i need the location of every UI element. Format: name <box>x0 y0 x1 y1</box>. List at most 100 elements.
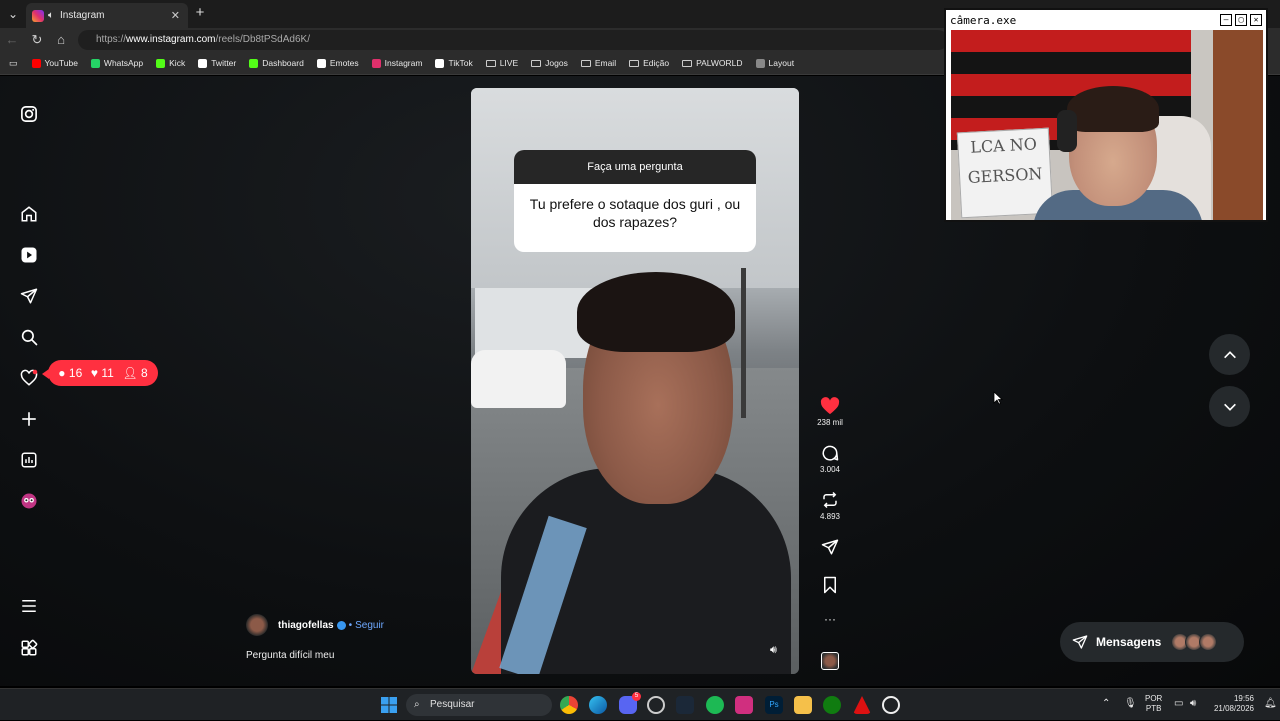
more-apps-icon[interactable] <box>18 637 40 659</box>
reload-icon[interactable]: ↻ <box>29 32 45 48</box>
comment-count-label: 3.004 <box>819 465 841 474</box>
photoshop-icon[interactable]: Ps <box>765 696 783 714</box>
bookmark-email[interactable]: Email <box>580 58 616 68</box>
create-plus-icon[interactable] <box>18 408 40 430</box>
bookmark-layout[interactable]: Layout <box>755 58 794 68</box>
video-pole <box>741 268 746 418</box>
bookmark-label: WhatsApp <box>103 58 144 68</box>
app-red-icon[interactable] <box>853 696 871 714</box>
clock[interactable]: 19:56 21/08/2026 <box>1208 694 1254 714</box>
reel-video[interactable]: Faça uma pergunta Tu prefere o sotaque d… <box>471 88 799 674</box>
more-options-button[interactable]: ··· <box>812 612 848 626</box>
bookmark-jogos[interactable]: Jogos <box>531 58 568 68</box>
tray-overflow-chevron-icon[interactable]: ⌃ <box>1102 698 1110 709</box>
like-button[interactable]: 238 mil <box>812 396 848 427</box>
video-person-hair <box>577 272 735 352</box>
windows-start-icon[interactable] <box>381 697 397 713</box>
volume-icon[interactable]: 🔊︎ <box>770 644 777 657</box>
audio-thumbnail[interactable] <box>812 652 848 670</box>
instagram-logo-icon[interactable] <box>18 103 40 125</box>
repost-button[interactable]: 4.893 <box>812 490 848 521</box>
home-icon[interactable]: ⌂ <box>53 32 69 48</box>
notifications-bell-icon[interactable]: 🔔︎ <box>1264 698 1277 709</box>
bookmark-palworld[interactable]: PALWORLD <box>682 58 743 68</box>
volume-icon[interactable]: 🔊︎ <box>1190 698 1196 709</box>
bookmark-label: Emotes <box>329 58 359 68</box>
speaker-icon[interactable]: 🔈︎ <box>48 10 54 21</box>
reels-icon[interactable] <box>18 244 40 266</box>
sign-line-2: GERSON <box>967 164 1043 187</box>
taskbar-search[interactable]: ⌕ Pesquisar <box>406 694 552 716</box>
next-reel-button[interactable] <box>1209 386 1250 427</box>
maximize-icon[interactable]: ▢ <box>1235 14 1247 26</box>
folder-icon <box>531 59 542 67</box>
direct-send-icon[interactable] <box>18 285 40 307</box>
author-avatar[interactable] <box>246 614 268 636</box>
like-count-label: 238 mil <box>817 418 843 427</box>
steam-icon[interactable] <box>676 696 694 714</box>
new-tab-button[interactable]: + <box>192 5 208 21</box>
follow-button[interactable]: Seguir <box>355 620 384 631</box>
previous-reel-button[interactable] <box>1209 334 1250 375</box>
dashboard-icon[interactable] <box>18 449 40 471</box>
file-explorer-icon[interactable] <box>794 696 812 714</box>
sidebar-toggle-icon[interactable]: ▭ <box>9 58 18 69</box>
instagram-favicon-icon <box>32 9 44 22</box>
discord-icon[interactable]: 5 <box>619 692 641 714</box>
xbox-icon[interactable] <box>823 696 841 714</box>
windows-taskbar: ⌕ Pesquisar 5 Ps ⌃ 🎙︎ POR PTB ▭ 🔊︎ 19:56… <box>0 688 1280 720</box>
chrome-icon[interactable] <box>560 696 578 714</box>
messages-button[interactable]: Mensagens <box>1060 622 1244 662</box>
bookmark-list: YouTube WhatsApp Kick Twitter Dashboard Emote… <box>31 58 808 68</box>
bookmark-dashboard[interactable]: Dashboard <box>249 58 304 68</box>
clock-date: 21/08/2026 <box>1213 704 1254 713</box>
more-options-icon: ··· <box>824 612 836 626</box>
kick-icon <box>156 58 166 68</box>
notifications-heart-icon[interactable] <box>18 367 40 389</box>
bookmark-label: Jogos <box>545 58 568 68</box>
search-icon[interactable] <box>18 326 40 348</box>
camera-window[interactable]: câmera.exe – ▢ ✕ LCA NO GERSON <box>944 8 1268 222</box>
notification-popup[interactable]: ● 16 ♥ 11 👤︎ 8 <box>42 360 158 386</box>
save-button[interactable] <box>812 575 848 597</box>
minimize-icon[interactable]: – <box>1220 14 1232 26</box>
clock-time: 19:56 <box>1233 694 1254 703</box>
profile-avatar-icon[interactable] <box>18 490 40 512</box>
bookmark-kick[interactable]: Kick <box>156 58 185 68</box>
bookmark-youtube[interactable]: YouTube <box>31 58 78 68</box>
menu-hamburger-icon[interactable] <box>18 595 40 617</box>
obs-icon[interactable] <box>647 696 665 714</box>
spotify-icon[interactable] <box>706 696 724 714</box>
share-button[interactable] <box>812 537 848 559</box>
handwritten-sign: LCA NO GERSON <box>956 127 1054 219</box>
author-name[interactable]: thiagofellas <box>278 620 334 631</box>
language-indicator[interactable]: POR PTB <box>1145 694 1162 714</box>
network-icon[interactable]: ▭ <box>1174 698 1183 709</box>
tab-list-chevron-icon[interactable]: ⌄ <box>5 6 21 22</box>
back-arrow-icon[interactable]: ← <box>4 32 20 48</box>
app-circle-icon[interactable] <box>882 696 900 714</box>
url-field[interactable]: https://www.instagram.com/reels/Db8tPSdA… <box>78 30 948 50</box>
microphone-icon[interactable]: 🎙︎ <box>1124 698 1137 709</box>
bookmark-instagram[interactable]: Instagram <box>371 58 422 68</box>
bookmark-emotes[interactable]: Emotes <box>316 58 359 68</box>
bookmark-tiktok[interactable]: TikTok <box>435 58 473 68</box>
url-host: www.instagram.com <box>126 34 216 45</box>
folder-icon <box>629 59 640 67</box>
bookmark-live[interactable]: LIVE <box>485 58 518 68</box>
home-icon[interactable] <box>18 203 40 225</box>
close-tab-icon[interactable]: ✕ <box>171 9 180 22</box>
bookmark-edição[interactable]: Edição <box>629 58 669 68</box>
comment-button[interactable]: 3.004 <box>812 443 848 474</box>
camera-window-titlebar[interactable]: câmera.exe – ▢ ✕ <box>946 10 1266 30</box>
browser-tab-instagram[interactable]: 🔈︎ Instagram ✕ <box>26 3 188 28</box>
x-icon <box>198 58 208 68</box>
close-icon[interactable]: ✕ <box>1250 14 1262 26</box>
bookmark-twitter[interactable]: Twitter <box>198 58 236 68</box>
question-sticker-text: Tu prefere o sotaque dos guri , ou dos r… <box>529 196 741 230</box>
app-icon[interactable] <box>735 696 753 714</box>
url-prefix: https:// <box>96 34 127 45</box>
bookmark-whatsapp[interactable]: WhatsApp <box>90 58 144 68</box>
taskbar-search-placeholder: Pesquisar <box>430 699 475 710</box>
edge-icon[interactable] <box>589 696 607 714</box>
